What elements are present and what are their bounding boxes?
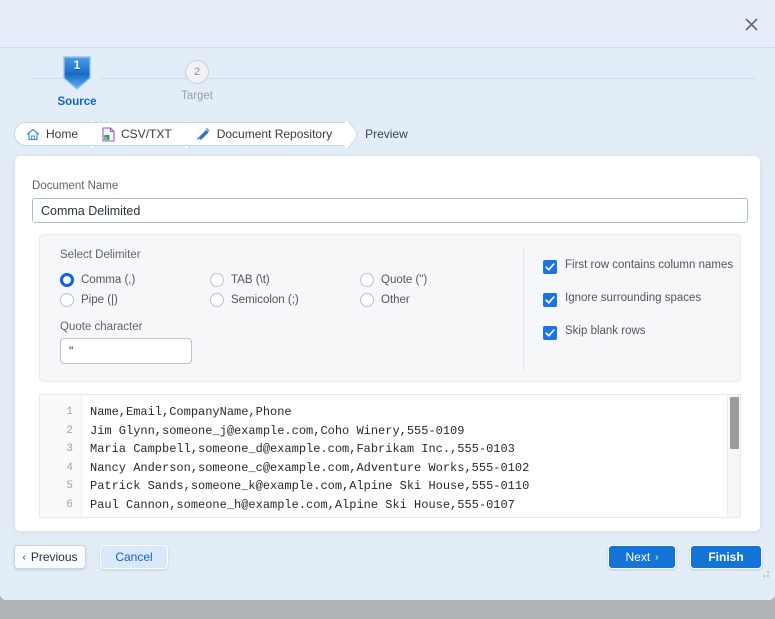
check-icon	[545, 296, 555, 304]
line-number: 6	[66, 498, 73, 511]
preview-line-numbers: 1 2 3 4 5 6	[40, 395, 82, 517]
breadcrumb-current-preview: Preview	[365, 127, 408, 141]
line-number: 4	[66, 461, 73, 474]
checkbox-indicator	[543, 260, 557, 274]
radio-comma-label: Comma (,)	[81, 274, 136, 286]
dialog-footer: ‹ Previous Cancel Next › Finish	[0, 533, 775, 581]
breadcrumb-label-document-repository: Document Repository	[216, 127, 333, 141]
document-name-group: Document Name	[32, 180, 748, 223]
preview-content[interactable]: Name,Email,CompanyName,Phone Jim Glynn,s…	[82, 395, 740, 517]
finish-button-label: Finish	[708, 550, 744, 564]
chevron-left-icon: ‹	[22, 551, 26, 563]
previous-button-label: Previous	[30, 550, 78, 564]
radio-pipe-label: Pipe (|)	[81, 294, 118, 306]
breadcrumb-label-home: Home	[46, 127, 79, 141]
close-icon	[744, 17, 758, 31]
finish-button[interactable]: Finish	[690, 545, 762, 569]
panel-divider	[523, 247, 524, 371]
preview-vertical-scrollbar[interactable]	[727, 395, 740, 517]
document-name-label: Document Name	[32, 180, 119, 192]
preview-line: Name,Email,CompanyName,Phone	[90, 405, 292, 419]
line-number: 5	[66, 480, 73, 492]
quote-character-input[interactable]	[60, 338, 192, 364]
line-number: 2	[66, 424, 73, 437]
csv-preview: 1 2 3 4 5 6 Name,Email,CompanyName,Phone…	[39, 394, 741, 518]
checkbox-skip-blank-label: Skip blank rows	[565, 325, 646, 337]
radio-delimiter-tab[interactable]: TAB (\t)	[210, 273, 360, 287]
previous-button[interactable]: ‹ Previous	[14, 545, 86, 569]
wizard-stepper: 1 Source 2 Target	[0, 56, 775, 112]
breadcrumb-item-document-repository[interactable]: Document Repository	[177, 122, 350, 146]
line-number: 1	[66, 406, 73, 418]
document-repository-icon	[196, 127, 211, 141]
next-button[interactable]: Next ›	[608, 545, 676, 569]
breadcrumb: Home x CSV/TXT Document Repository Previ…	[14, 122, 408, 146]
cancel-button[interactable]: Cancel	[100, 545, 168, 569]
radio-tab-label: TAB (\t)	[231, 274, 270, 286]
radio-other-indicator	[360, 293, 374, 307]
checkbox-ignore-spaces-label: Ignore surrounding spaces	[565, 292, 702, 304]
chevron-right-icon: ›	[655, 551, 659, 563]
wizard-content-card: Document Name Select Delimiter Comma (,)…	[14, 155, 761, 532]
breadcrumb-item-csv-txt[interactable]: x CSV/TXT	[84, 122, 189, 146]
breadcrumb-label-csv-txt: CSV/TXT	[121, 127, 172, 141]
step-source-badge: 1	[63, 56, 91, 90]
line-number: 3	[66, 443, 73, 455]
import-wizard-dialog: 1 Source 2 Target Home x CSV/TXT Documen…	[0, 0, 775, 600]
delimiter-radio-row-1: Comma (,) TAB (\t) Quote (")	[60, 273, 510, 287]
radio-tab-indicator	[210, 273, 224, 287]
checkbox-indicator	[543, 293, 557, 307]
step-target-label: Target	[181, 90, 213, 102]
delimiter-panel: Select Delimiter Comma (,) TAB (\t) Quot…	[39, 234, 741, 382]
breadcrumb-item-home[interactable]: Home	[14, 122, 96, 146]
radio-other-label: Other	[381, 294, 410, 306]
next-button-label: Next	[625, 550, 651, 564]
preview-line: Jim Glynn,someone_j@example.com,Coho Win…	[90, 423, 465, 438]
page-background-strip	[0, 600, 775, 619]
checkbox-ignore-surrounding-spaces[interactable]: Ignore surrounding spaces	[543, 292, 733, 307]
check-icon	[545, 263, 555, 271]
preview-line: Patrick Sands,someone_k@example.com,Alpi…	[90, 479, 530, 493]
checkbox-indicator	[543, 326, 557, 340]
radio-delimiter-quote[interactable]: Quote (")	[360, 273, 510, 287]
radio-quote-label: Quote (")	[381, 274, 428, 286]
close-button[interactable]	[737, 10, 765, 38]
import-options-group: First row contains column names Ignore s…	[543, 259, 733, 358]
radio-quote-indicator	[360, 273, 374, 287]
resize-grip[interactable]	[757, 565, 769, 577]
step-target-number: 2	[185, 60, 209, 84]
check-icon	[545, 329, 555, 337]
quote-character-group: Quote character	[60, 321, 192, 364]
dialog-titlebar	[0, 0, 775, 48]
preview-line: Nancy Anderson,someone_c@example.com,Adv…	[90, 460, 530, 475]
radio-comma-indicator	[60, 273, 74, 287]
home-icon	[26, 128, 40, 141]
radio-delimiter-other[interactable]: Other	[360, 293, 510, 307]
checkbox-first-row-column-names[interactable]: First row contains column names	[543, 259, 734, 274]
step-source-label: Source	[57, 96, 97, 108]
radio-delimiter-pipe[interactable]: Pipe (|)	[60, 293, 210, 307]
document-name-input[interactable]	[32, 198, 748, 223]
checkbox-first-row-label: First row contains column names	[565, 259, 734, 271]
cancel-button-label: Cancel	[115, 550, 153, 564]
delimiter-radio-row-2: Pipe (|) Semicolon (;) Other	[60, 293, 510, 307]
radio-delimiter-comma[interactable]: Comma (,)	[60, 273, 210, 287]
csv-file-icon: x	[102, 126, 115, 142]
delimiter-radio-group: Comma (,) TAB (\t) Quote (") Pipe (|) Se…	[60, 273, 510, 313]
step-target[interactable]: 2 Target	[152, 60, 242, 102]
step-source[interactable]: 1 Source	[32, 56, 122, 108]
preview-line: Paul Cannon,someone_h@example.com,Alpine…	[90, 497, 515, 512]
radio-semicolon-label: Semicolon (;)	[231, 294, 299, 306]
preview-scrollbar-thumb[interactable]	[730, 397, 739, 449]
stepper-line-right	[208, 78, 756, 79]
quote-character-label: Quote character	[60, 321, 143, 333]
radio-semicolon-indicator	[210, 293, 224, 307]
checkbox-skip-blank-rows[interactable]: Skip blank rows	[543, 325, 733, 340]
radio-pipe-indicator	[60, 293, 74, 307]
radio-delimiter-semicolon[interactable]: Semicolon (;)	[210, 293, 360, 307]
select-delimiter-label: Select Delimiter	[60, 249, 141, 261]
step-source-number: 1	[73, 58, 81, 72]
preview-line: Maria Campbell,someone_d@example.com,Fab…	[90, 442, 515, 456]
